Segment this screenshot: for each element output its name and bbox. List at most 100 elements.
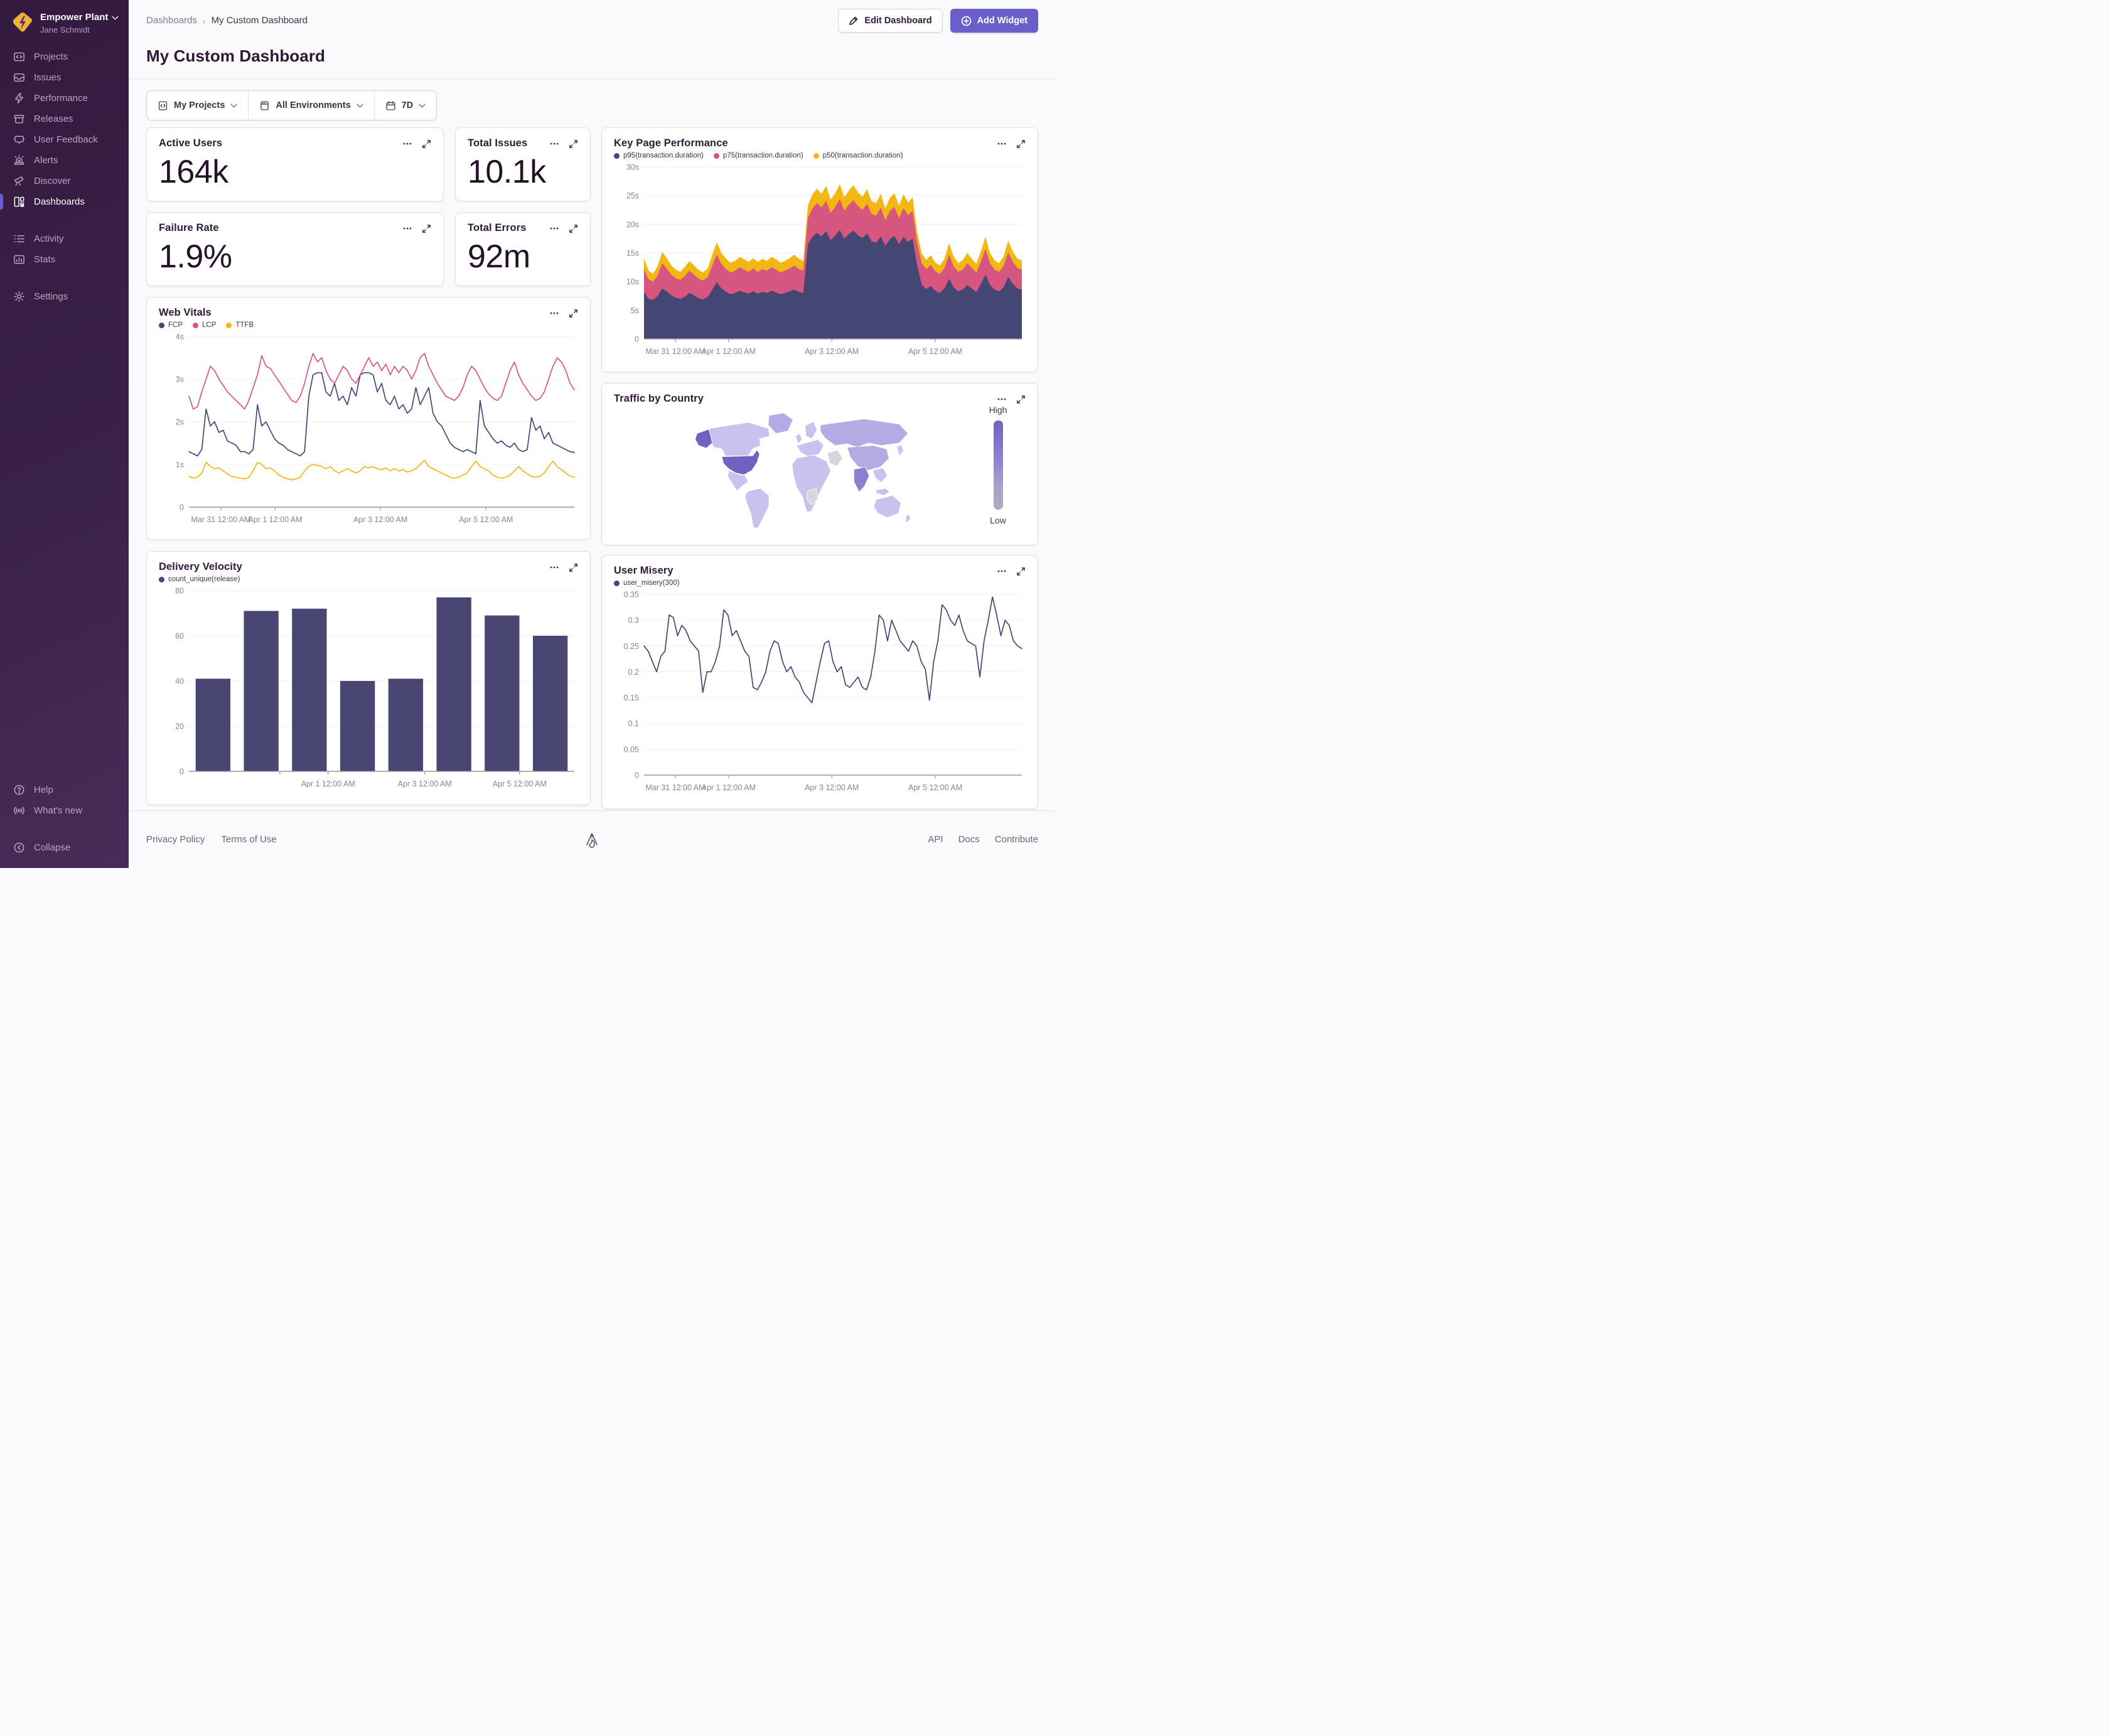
widget-menu-icon[interactable] (402, 139, 412, 149)
breadcrumb-current: My Custom Dashboard (211, 15, 308, 26)
sidebar-collapse-button[interactable]: Collapse (0, 837, 129, 858)
sidebar-item-performance[interactable]: Performance (0, 88, 129, 109)
world-map-svg (695, 412, 911, 528)
legend-dot (159, 576, 164, 582)
svg-text:2s: 2s (176, 418, 184, 427)
sidebar-item-discover[interactable]: Discover (0, 171, 129, 191)
widget-menu-icon[interactable] (402, 223, 412, 233)
environments-filter[interactable]: All Environments (248, 91, 373, 120)
widget-menu-icon[interactable] (549, 139, 559, 149)
svg-text:0.1: 0.1 (628, 719, 639, 728)
releases-icon (13, 113, 25, 125)
widget-menu-icon[interactable] (549, 223, 559, 233)
widget-web-vitals: Web Vitals FCP LCP TTFB 0 1s 2s 3s 4s Mar 31 12… (146, 297, 591, 540)
widget-title: Web Vitals (159, 307, 212, 318)
widget-expand-icon[interactable] (1016, 139, 1026, 149)
legend-item[interactable]: user_misery(300) (614, 579, 679, 587)
legend-item[interactable]: p75(transaction.duration) (713, 152, 803, 159)
sidebar-item-stats[interactable]: Stats (0, 249, 129, 270)
calendar-icon (385, 100, 396, 111)
projects-filter[interactable]: My Projects (147, 91, 248, 120)
svg-text:Apr 3 12:00 AM: Apr 3 12:00 AM (353, 515, 407, 524)
legend-item[interactable]: FCP (159, 321, 183, 329)
widget-title: Total Errors (468, 222, 527, 233)
sidebar-item-settings[interactable]: Settings (0, 286, 129, 307)
widget-expand-icon[interactable] (569, 563, 578, 572)
widget-expand-icon[interactable] (1016, 567, 1026, 576)
widget-menu-icon[interactable] (549, 308, 559, 318)
widget-expand-icon[interactable] (569, 309, 578, 318)
sidebar-item-releases[interactable]: Releases (0, 109, 129, 129)
widget-value: 164k (159, 154, 228, 190)
add-widget-button[interactable]: Add Widget (950, 9, 1038, 33)
edit-dashboard-button[interactable]: Edit Dashboard (838, 9, 943, 33)
legend-item[interactable]: p50(transaction.duration) (813, 152, 903, 159)
sidebar-item-help[interactable]: Help (0, 780, 129, 800)
sidebar-item-projects[interactable]: Projects (0, 46, 129, 67)
sidebar-item-label: User Feedback (34, 134, 98, 145)
svg-text:25s: 25s (626, 191, 639, 200)
country-alaska-us (695, 429, 713, 449)
widget-menu-icon[interactable] (997, 566, 1007, 576)
sidebar-item-user-feedback[interactable]: User Feedback (0, 129, 129, 150)
legend-item[interactable]: p95(transaction.duration) (614, 152, 704, 159)
svg-text:Apr 5 12:00 AM: Apr 5 12:00 AM (493, 780, 547, 788)
web-vitals-chart[interactable]: 0 1s 2s 3s 4s Mar 31 12:00 AM Apr 1 12:00 AM Ap… (159, 331, 578, 530)
widget-menu-icon[interactable] (549, 562, 559, 572)
sidebar-item-label: Activity (34, 233, 64, 244)
delivery-velocity-chart[interactable]: 0 20 40 60 80 Apr 1 12:00 AM Apr 3 12:00 AM Apr… (159, 586, 578, 794)
widget-value: 1.9% (159, 238, 232, 275)
docs-link[interactable]: Docs (958, 834, 980, 845)
terms-of-use-link[interactable]: Terms of Use (221, 834, 276, 845)
world-map[interactable]: High Low (614, 405, 1026, 535)
breadcrumb: Dashboards › My Custom Dashboard (146, 9, 308, 26)
svg-text:0.2: 0.2 (628, 668, 639, 677)
legend-item[interactable]: count_unique(release) (159, 576, 240, 583)
country-scandinavia (805, 421, 818, 439)
breadcrumb-separator-icon: › (202, 15, 206, 26)
org-switcher[interactable]: Empower Plant Jane Schmidt (0, 9, 129, 46)
date-range-filter[interactable]: 7D (373, 91, 437, 120)
sidebar-item-label: Discover (34, 176, 71, 186)
svg-text:10s: 10s (626, 277, 639, 286)
legend-item[interactable]: TTFB (226, 321, 254, 329)
country-greenland (768, 412, 793, 434)
sidebar-item-activity[interactable]: Activity (0, 228, 129, 249)
widget-expand-icon[interactable] (569, 224, 578, 233)
legend-dot (159, 322, 164, 328)
user-misery-chart[interactable]: 0 0.05 0.1 0.15 0.2 0.25 0.3 0.35 Mar 31 12:00 A… (614, 589, 1026, 798)
sidebar-item-alerts[interactable]: Alerts (0, 150, 129, 171)
dashboard-content: My Projects All Environments 7D Active U… (129, 79, 1054, 810)
key-page-performance-chart[interactable]: 0 5s 10s 15s 20s 25s 30s Mar 31 12:00 AM Apr 1 1… (614, 162, 1026, 362)
svg-text:20: 20 (175, 722, 184, 731)
widget-expand-icon[interactable] (422, 224, 431, 233)
sidebar-item-dashboards[interactable]: Dashboards (0, 191, 129, 212)
privacy-policy-link[interactable]: Privacy Policy (146, 834, 205, 845)
sidebar-item-issues[interactable]: Issues (0, 67, 129, 88)
widget-expand-icon[interactable] (569, 139, 578, 149)
svg-text:Apr 1 12:00 AM: Apr 1 12:00 AM (702, 347, 756, 356)
country-europe (796, 439, 825, 458)
sidebar-item-label: Help (34, 785, 53, 795)
main-area: Dashboards › My Custom Dashboard Edit Da… (129, 0, 1054, 868)
legend-item[interactable]: LCP (193, 321, 216, 329)
widget-expand-icon[interactable] (422, 139, 431, 149)
widget-expand-icon[interactable] (1016, 395, 1026, 404)
api-link[interactable]: API (928, 834, 943, 845)
sidebar-item-whats-new[interactable]: What's new (0, 800, 129, 821)
contribute-link[interactable]: Contribute (995, 834, 1038, 845)
country-new-zealand (905, 513, 911, 523)
user-name: Jane Schmidt (40, 24, 90, 35)
filter-bar: My Projects All Environments 7D (146, 90, 437, 121)
svg-text:60: 60 (175, 632, 184, 641)
svg-text:20s: 20s (626, 220, 639, 229)
svg-text:0: 0 (180, 503, 184, 512)
breadcrumb-dashboards[interactable]: Dashboards (146, 15, 197, 26)
widget-menu-icon[interactable] (997, 139, 1007, 149)
svg-text:0: 0 (180, 768, 184, 776)
legend-dot (193, 322, 198, 328)
svg-text:Apr 3 12:00 AM: Apr 3 12:00 AM (398, 780, 452, 788)
sidebar-item-label: Collapse (34, 842, 71, 853)
widget-menu-icon[interactable] (997, 394, 1007, 404)
edit-dashboard-label: Edit Dashboard (864, 16, 932, 26)
